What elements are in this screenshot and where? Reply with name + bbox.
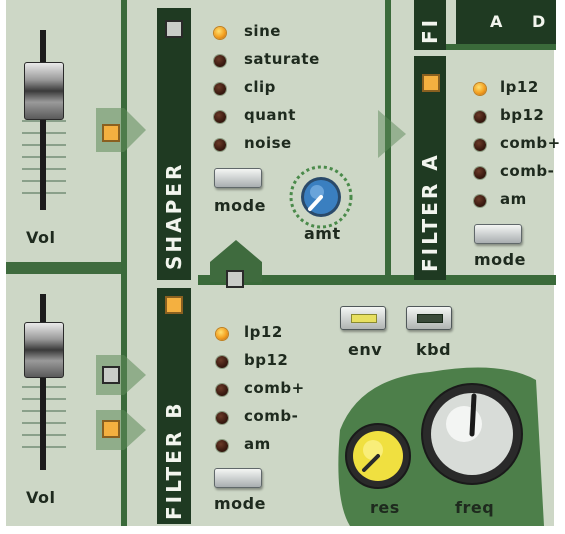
shaper-enable-button[interactable]	[165, 20, 183, 38]
freq-knob[interactable]	[418, 380, 526, 488]
shaper-mode-button[interactable]	[214, 168, 262, 188]
filter-b-title: FILTER B	[162, 400, 186, 520]
filter-b-option-comb-minus[interactable]: comb-	[244, 407, 298, 425]
vol-top-track-center	[40, 30, 46, 210]
filter-b-led-am[interactable]	[216, 440, 228, 452]
filter-b-enable-button[interactable]	[165, 296, 183, 314]
kbd-label: kbd	[416, 340, 452, 359]
filter-a-option-lp12[interactable]: lp12	[500, 78, 539, 96]
filter-a-enable-button[interactable]	[422, 74, 440, 92]
filter-b-option-bp12[interactable]: bp12	[244, 351, 288, 369]
kbd-indicator	[417, 314, 443, 323]
filter-b-led-comb-plus[interactable]	[216, 384, 228, 396]
filter-a-led-am[interactable]	[474, 195, 486, 207]
freq-knob-label: freq	[455, 498, 495, 517]
env-label: env	[348, 340, 383, 359]
shaper-mode-label: mode	[214, 196, 266, 215]
filter-b-led-bp12[interactable]	[216, 356, 228, 368]
filter-a-option-comb-minus[interactable]: comb-	[500, 162, 554, 180]
res-knob-label: res	[370, 498, 400, 517]
filter-a-led-bp12[interactable]	[474, 111, 486, 123]
filter-a-title: FILTER A	[418, 152, 442, 272]
env-button[interactable]	[340, 306, 386, 330]
shaper-led-quant[interactable]	[214, 111, 226, 123]
shaper-option-noise[interactable]: noise	[244, 134, 292, 152]
vol-bottom-label: Vol	[26, 488, 56, 507]
shaper-led-noise[interactable]	[214, 139, 226, 151]
shaper-to-filter-b-button[interactable]	[226, 270, 244, 288]
shaper-led-clip[interactable]	[214, 83, 226, 95]
shaper-option-sine[interactable]: sine	[244, 22, 281, 40]
filter-a-option-am[interactable]: am	[500, 190, 527, 208]
filter-a-mode-button[interactable]	[474, 224, 522, 244]
shaper-led-sine[interactable]	[214, 27, 226, 39]
top-strip-partial-title: FI	[418, 16, 442, 44]
filter-a-option-bp12[interactable]: bp12	[500, 106, 544, 124]
amt-knob-label: amt	[304, 224, 341, 243]
vol-top-handle[interactable]	[24, 62, 64, 120]
shaper-option-clip[interactable]: clip	[244, 78, 276, 96]
route-to-filter-b-button[interactable]	[102, 366, 120, 384]
res-knob[interactable]	[342, 420, 414, 492]
filter-a-led-comb-plus[interactable]	[474, 139, 486, 151]
top-strip-label-a: A	[490, 12, 503, 31]
filter-b-option-lp12[interactable]: lp12	[244, 323, 283, 341]
filter-a-option-comb-plus[interactable]: comb+	[500, 134, 561, 152]
route-to-filter-b-orange-button[interactable]	[102, 420, 120, 438]
vol-bottom-handle[interactable]	[24, 322, 64, 378]
filter-b-mode-label: mode	[214, 494, 266, 513]
route-to-shaper-button[interactable]	[102, 124, 120, 142]
shaper-option-quant[interactable]: quant	[244, 106, 296, 124]
filter-a-mode-label: mode	[474, 250, 526, 269]
amt-knob[interactable]	[286, 162, 356, 232]
filter-b-option-am[interactable]: am	[244, 435, 271, 453]
shaper-led-saturate[interactable]	[214, 55, 226, 67]
shaper-option-saturate[interactable]: saturate	[244, 50, 320, 68]
shaper-title: SHAPER	[162, 161, 186, 270]
filter-a-led-lp12[interactable]	[474, 83, 486, 95]
kbd-button[interactable]	[406, 306, 452, 330]
env-indicator	[351, 314, 377, 323]
filter-b-mode-button[interactable]	[214, 468, 262, 488]
filter-b-led-lp12[interactable]	[216, 328, 228, 340]
filter-b-led-comb-minus[interactable]	[216, 412, 228, 424]
vol-bottom-track	[40, 294, 46, 470]
filter-a-led-comb-minus[interactable]	[474, 167, 486, 179]
top-strip-label-d: D	[532, 12, 546, 31]
filter-b-option-comb-plus[interactable]: comb+	[244, 379, 305, 397]
vol-top-label: Vol	[26, 228, 56, 247]
